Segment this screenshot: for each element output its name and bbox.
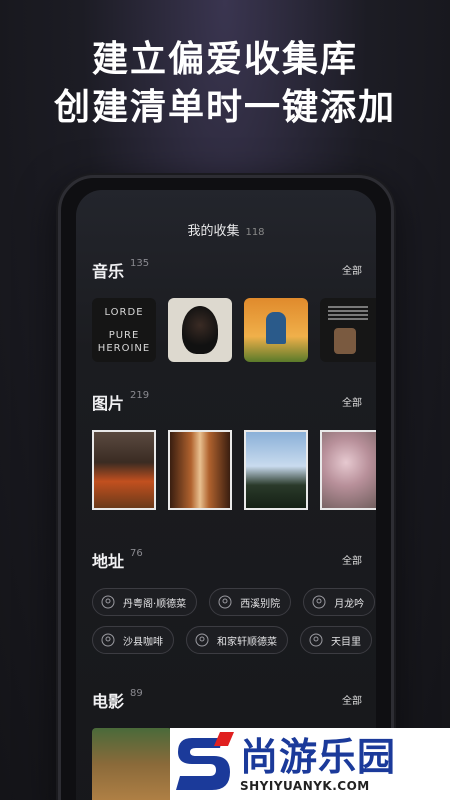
cherry-blossom-photo[interactable] — [320, 430, 376, 510]
section-header-music: 音乐 135 全部 — [92, 258, 362, 282]
app-screen: 我的收集 118 音乐 135 全部 LORDE PURE HEROINE 图片 21… — [76, 190, 376, 800]
album-text-line: HEROINE — [97, 342, 151, 354]
place-chip[interactable]: 和家轩顺德菜 — [186, 626, 288, 654]
album-text-line: LORDE — [104, 306, 144, 318]
section-title-pictures: 图片 — [92, 394, 125, 413]
see-all-pictures-link[interactable]: 全部 — [342, 394, 362, 409]
see-all-music-link[interactable]: 全部 — [342, 262, 362, 277]
pictures-row — [92, 430, 376, 510]
place-chip[interactable]: 丹粤阁·顺德菜 — [92, 588, 198, 616]
places-row-1: 丹粤阁·顺德菜 西溪别院 月龙吟 — [92, 588, 376, 616]
place-chip[interactable]: 西溪别院 — [209, 588, 292, 616]
buildings-sky-photo[interactable] — [244, 430, 308, 510]
wooden-interior-photo[interactable] — [168, 430, 232, 510]
location-pin-icon — [101, 595, 115, 609]
section-count-pictures: 219 — [130, 390, 150, 401]
album-text-line: PURE — [108, 329, 140, 341]
red-car-sculpture-photo[interactable] — [92, 430, 156, 510]
section-header-pictures: 图片 219 全部 — [92, 390, 362, 414]
place-chip-label: 月龙吟 — [334, 598, 365, 610]
headline-line-1: 建立偏爱收集库 — [91, 39, 358, 80]
site-watermark: 尚游乐园 SHYIYUANYK.COM — [170, 728, 450, 800]
location-pin-icon — [218, 595, 232, 609]
portrait-album-cover[interactable] — [168, 298, 232, 362]
place-chip-label: 沙县咖啡 — [123, 636, 163, 648]
page-title: 我的收集 118 — [76, 220, 376, 239]
section-header-places: 地址 76 全部 — [92, 548, 362, 572]
section-header-movies: 电影 89 全部 — [92, 688, 362, 712]
location-pin-icon — [309, 633, 323, 647]
movie-poster-1[interactable] — [92, 728, 172, 800]
dark-album-cover[interactable] — [320, 298, 376, 362]
place-chip-label: 西溪别院 — [240, 598, 281, 610]
place-chip-label: 天目里 — [331, 636, 361, 648]
page-title-text: 我的收集 — [187, 224, 240, 239]
sunflower-album-cover[interactable] — [244, 298, 308, 362]
place-chip[interactable]: 天目里 — [300, 626, 372, 654]
location-pin-icon — [312, 595, 326, 609]
location-pin-icon — [195, 633, 209, 647]
section-count-places: 76 — [130, 548, 143, 559]
place-chip[interactable]: 沙县咖啡 — [92, 626, 174, 654]
lorde-pure-heroine-cover[interactable]: LORDE PURE HEROINE — [92, 298, 156, 362]
location-pin-icon — [101, 633, 115, 647]
section-count-music: 135 — [130, 258, 150, 269]
watermark-s-logo-icon — [176, 732, 234, 790]
phone-mockup: 我的收集 118 音乐 135 全部 LORDE PURE HEROINE 图片 21… — [58, 175, 394, 800]
see-all-movies-link[interactable]: 全部 — [342, 692, 362, 707]
place-chip[interactable]: 月龙吟 — [303, 588, 376, 616]
place-chip-label: 丹粤阁·顺德菜 — [123, 598, 187, 610]
music-album-row: LORDE PURE HEROINE — [92, 298, 376, 362]
headline-line-2: 创建清单时一键添加 — [53, 87, 396, 128]
watermark-name: 尚游乐园 — [240, 735, 397, 779]
place-chip-label: 和家轩顺德菜 — [217, 636, 277, 648]
watermark-url: SHYIYUANYK.COM — [240, 779, 370, 793]
see-all-places-link[interactable]: 全部 — [342, 552, 362, 567]
section-title-music: 音乐 — [92, 262, 125, 281]
places-row-2: 沙县咖啡 和家轩顺德菜 天目里 — [92, 626, 372, 654]
promo-headline: 建立偏爱收集库 创建清单时一键添加 — [0, 36, 450, 132]
section-title-movies: 电影 — [92, 692, 125, 711]
section-title-places: 地址 — [92, 552, 125, 571]
section-count-movies: 89 — [130, 688, 143, 699]
total-count: 118 — [245, 227, 265, 238]
